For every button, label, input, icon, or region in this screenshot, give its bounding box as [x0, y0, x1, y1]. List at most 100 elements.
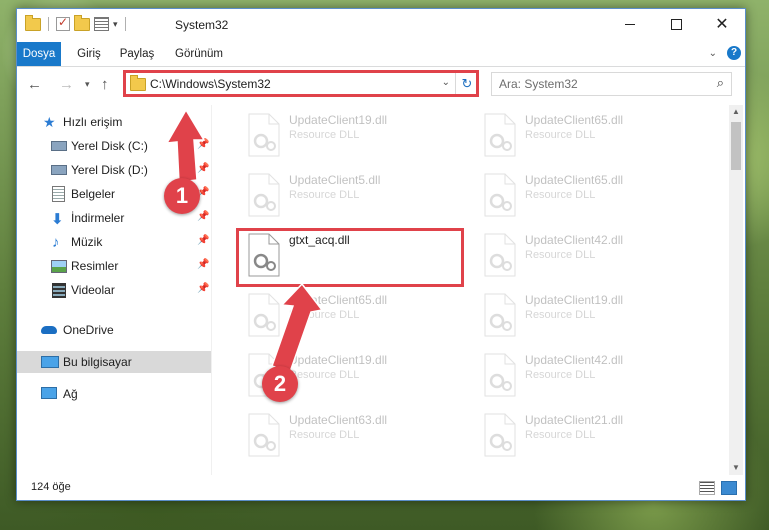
maximize-button[interactable] — [653, 9, 699, 39]
file-tile[interactable]: UpdateClient21.dll Resource DLL — [473, 407, 703, 463]
toolbar-divider — [124, 17, 126, 31]
toolbar-divider — [48, 17, 49, 31]
nav-item-label: Yerel Disk (C:) — [71, 139, 148, 153]
address-row: ← → ▾ ↑ C:\Windows\System32 ⌄ ↻ Ara: Sys… — [17, 67, 745, 103]
file-type: Resource DLL — [525, 309, 596, 321]
step-1-badge: 1 — [164, 178, 200, 214]
file-name: UpdateClient65.dll — [525, 113, 624, 127]
file-tile[interactable]: UpdateClient42.dll Resource DLL — [473, 227, 703, 283]
file-tile[interactable]: UpdateClient42.dll Resource DLL — [473, 347, 703, 403]
dll-file-icon — [248, 113, 280, 157]
vertical-scrollbar[interactable]: ▲ ▼ — [729, 105, 743, 475]
forward-button[interactable]: → — [59, 76, 74, 93]
music-icon: ♪ — [52, 234, 60, 251]
nav-item-label: Bu bilgisayar — [63, 355, 132, 369]
file-type: Resource DLL — [525, 189, 596, 201]
search-icon[interactable]: ⌕ — [717, 75, 724, 91]
network-icon — [41, 387, 57, 399]
new-folder-icon[interactable] — [74, 14, 90, 31]
file-name: UpdateClient42.dll — [525, 233, 624, 247]
nav-item-quick-access[interactable]: ★ Hızlı erişim — [17, 111, 211, 133]
file-tile[interactable]: UpdateClient65.dll Resource DLL — [473, 167, 703, 223]
pictures-icon — [51, 260, 67, 273]
file-tile[interactable]: UpdateClient65.dll Resource DLL — [237, 287, 467, 343]
back-button[interactable]: ← — [27, 76, 42, 93]
file-tile[interactable]: UpdateClient65.dll Resource DLL — [473, 107, 703, 163]
tab-home[interactable]: Giriş — [73, 42, 105, 66]
nav-item-label: Belgeler — [71, 187, 116, 201]
documents-icon — [52, 186, 65, 202]
pin-icon[interactable]: 📌 — [197, 259, 209, 270]
file-type: Resource DLL — [289, 369, 360, 381]
status-bar: 124 öğe — [17, 476, 745, 500]
file-name: UpdateClient19.dll — [289, 113, 388, 127]
nav-item-label: Videolar — [71, 283, 115, 297]
file-name: UpdateClient42.dll — [525, 353, 624, 367]
file-tile[interactable]: UpdateClient63.dll Resource DLL — [237, 407, 467, 463]
pin-icon[interactable]: 📌 — [197, 283, 209, 294]
file-highlight-box — [236, 228, 464, 287]
file-type: Resource DLL — [525, 129, 596, 141]
file-type: Resource DLL — [289, 189, 360, 201]
nav-item-music[interactable]: ♪ Müzik 📌 — [17, 231, 211, 253]
dll-file-icon — [248, 293, 280, 337]
file-name: UpdateClient21.dll — [525, 413, 624, 427]
up-button[interactable]: ↑ — [101, 76, 109, 93]
ribbon: Dosya Giriş Paylaş Görünüm ⌄ ? — [17, 42, 745, 67]
navigation-pane: ★ Hızlı erişim Yerel Disk (C:) 📌 Yerel D… — [17, 105, 211, 475]
file-name: UpdateClient19.dll — [289, 353, 388, 367]
pin-icon[interactable]: 📌 — [197, 235, 209, 246]
dll-file-icon — [248, 413, 280, 457]
computer-icon — [41, 356, 59, 368]
dll-file-icon — [484, 173, 516, 217]
nav-item-pictures[interactable]: Resimler 📌 — [17, 255, 211, 277]
properties-check-icon[interactable] — [56, 15, 70, 31]
tab-file[interactable]: Dosya — [17, 42, 61, 66]
star-icon: ★ — [43, 114, 56, 130]
scroll-thumb[interactable] — [731, 122, 741, 170]
scroll-up-icon[interactable]: ▲ — [729, 105, 743, 119]
file-tile[interactable]: UpdateClient19.dll Resource DLL — [237, 107, 467, 163]
customize-icon[interactable] — [94, 17, 109, 31]
nav-item-label: Ağ — [63, 387, 78, 401]
pane-splitter[interactable] — [211, 105, 212, 475]
download-icon: ⬇ — [51, 211, 64, 228]
expand-ribbon-icon[interactable]: ⌄ — [709, 48, 717, 59]
nav-item-videos[interactable]: Videolar 📌 — [17, 279, 211, 301]
tiles-view-icon[interactable] — [721, 481, 737, 495]
details-view-icon[interactable] — [699, 481, 715, 495]
nav-item-label: Resimler — [71, 259, 119, 273]
dll-file-icon — [484, 413, 516, 457]
minimize-button[interactable] — [607, 9, 653, 39]
close-button[interactable]: ✕ — [699, 9, 745, 39]
tab-view[interactable]: Görünüm — [171, 42, 227, 66]
dll-file-icon — [484, 233, 516, 277]
item-count: 124 öğe — [31, 481, 71, 493]
file-tile[interactable]: UpdateClient19.dll Resource DLL — [473, 287, 703, 343]
search-placeholder: Ara: System32 — [499, 77, 578, 91]
recent-locations-icon[interactable]: ▾ — [85, 79, 90, 90]
maximize-icon — [670, 18, 682, 30]
file-tile[interactable]: UpdateClient5.dll Resource DLL — [237, 167, 467, 223]
tab-share[interactable]: Paylaş — [115, 42, 159, 66]
scroll-down-icon[interactable]: ▼ — [729, 461, 743, 475]
help-icon[interactable]: ? — [727, 46, 741, 60]
nav-item-onedrive[interactable]: OneDrive — [17, 319, 211, 341]
minimize-icon — [625, 23, 635, 25]
file-type: Resource DLL — [525, 369, 596, 381]
file-name: UpdateClient63.dll — [289, 413, 388, 427]
file-type: Resource DLL — [289, 309, 360, 321]
drive-icon — [51, 141, 67, 151]
file-name: UpdateClient19.dll — [525, 293, 624, 307]
chevron-down-icon[interactable]: ▾ — [113, 19, 118, 30]
nav-item-this-pc[interactable]: Bu bilgisayar — [17, 351, 211, 373]
nav-item-network[interactable]: Ağ — [17, 383, 211, 405]
pin-icon[interactable]: 📌 — [197, 139, 209, 150]
pin-icon[interactable]: 📌 — [197, 163, 209, 174]
pin-icon[interactable]: 📌 — [197, 211, 209, 222]
nav-item-drive-c[interactable]: Yerel Disk (C:) 📌 — [17, 135, 211, 157]
dll-file-icon — [484, 353, 516, 397]
drive-icon — [51, 165, 67, 175]
nav-item-label: Yerel Disk (D:) — [71, 163, 148, 177]
search-box[interactable]: Ara: System32 ⌕ — [491, 72, 732, 96]
